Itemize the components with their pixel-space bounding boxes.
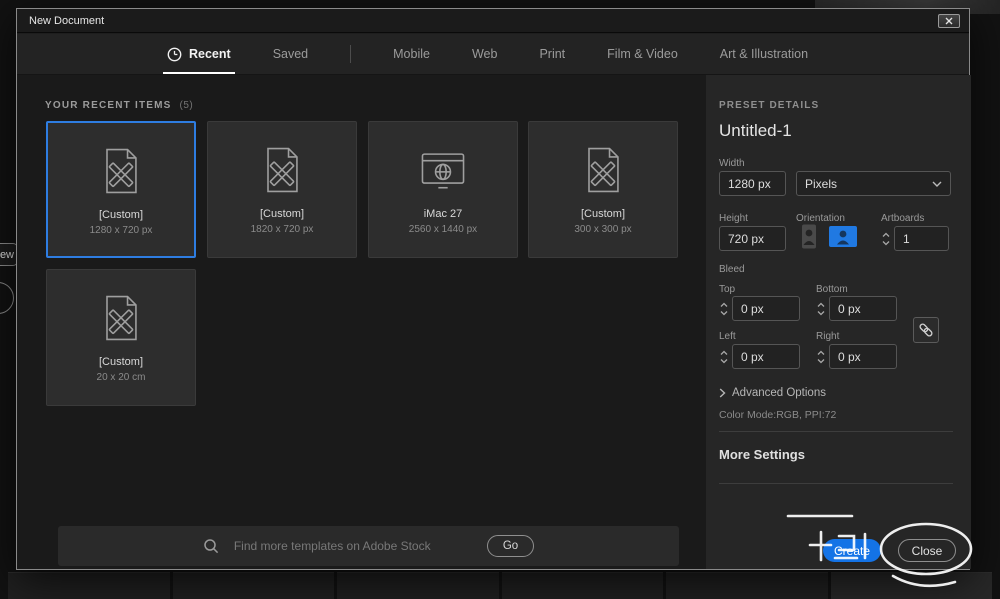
artboards-stepper[interactable] — [881, 226, 892, 251]
create-button[interactable]: Create — [823, 539, 881, 562]
title-bar: New Document — [17, 9, 969, 33]
preset-details-panel: PRESET DETAILS Untitled-1 Width 1280 px … — [706, 75, 971, 569]
bleed-top-input[interactable]: 0 px — [732, 296, 800, 321]
bleed-right-input[interactable]: 0 px — [829, 344, 897, 369]
bleed-left-group: 0 px — [719, 344, 800, 369]
tab-film-video[interactable]: Film & Video — [607, 34, 678, 74]
bleed-right-group: 0 px — [816, 344, 897, 369]
clock-icon — [167, 47, 182, 61]
background-window-rows — [8, 572, 992, 599]
document-pencil-icon — [47, 287, 195, 349]
document-name-field[interactable]: Untitled-1 — [719, 121, 792, 141]
document-pencil-icon — [208, 139, 356, 201]
bleed-label: Bleed — [719, 264, 745, 275]
height-label: Height — [719, 213, 748, 224]
screen: ew New Document Recent Saved Mobile Web … — [0, 0, 1000, 599]
bleed-left-stepper[interactable] — [719, 344, 730, 369]
tab-web[interactable]: Web — [472, 34, 497, 74]
browser-globe-icon — [369, 139, 517, 201]
template-card-custom-20x20cm[interactable]: [Custom] 20 x 20 cm — [46, 269, 196, 406]
new-document-dialog: New Document Recent Saved Mobile Web Pri… — [16, 8, 971, 570]
bleed-top-label: Top — [719, 284, 736, 295]
card-name: iMac 27 — [423, 208, 463, 220]
document-pencil-icon — [529, 139, 677, 201]
preset-details-heading: PRESET DETAILS — [719, 100, 820, 111]
window-close-button[interactable] — [938, 13, 960, 28]
card-dimensions: 2560 x 1440 px — [408, 224, 478, 235]
bleed-left-input[interactable]: 0 px — [732, 344, 800, 369]
unit-dropdown[interactable]: Pixels — [796, 171, 951, 196]
card-name: [Custom] — [98, 356, 143, 368]
background-circle-fragment — [0, 282, 14, 314]
orientation-landscape-icon[interactable] — [828, 223, 858, 250]
width-input[interactable]: 1280 px — [719, 171, 786, 196]
card-dimensions: 1280 x 720 px — [89, 225, 153, 236]
close-icon — [945, 17, 953, 24]
card-name: [Custom] — [98, 209, 143, 221]
template-card-custom-300x300[interactable]: [Custom] 300 x 300 px — [528, 121, 678, 258]
tab-saved[interactable]: Saved — [273, 34, 308, 74]
bleed-right-stepper[interactable] — [816, 344, 827, 369]
height-input[interactable]: 720 px — [719, 226, 786, 251]
bleed-bottom-label: Bottom — [816, 284, 848, 295]
card-dimensions: 20 x 20 cm — [96, 372, 146, 383]
tab-art-illustration[interactable]: Art & Illustration — [720, 34, 808, 74]
close-button[interactable]: Close — [898, 539, 956, 562]
recent-items-heading: YOUR RECENT ITEMS (5) — [45, 100, 194, 111]
template-card-custom-1280x720[interactable]: [Custom] 1280 x 720 px — [46, 121, 196, 258]
background-cell — [172, 572, 334, 599]
template-search-bar: Go — [58, 526, 679, 566]
window-title: New Document — [29, 14, 105, 27]
background-cell — [337, 572, 499, 599]
background-cell — [830, 572, 992, 599]
more-settings-label[interactable]: More Settings — [719, 447, 805, 462]
search-input[interactable] — [231, 538, 474, 554]
bleed-left-label: Left — [719, 331, 736, 342]
chevron-down-icon — [932, 181, 942, 187]
bleed-link-button[interactable] — [913, 317, 939, 343]
background-cell — [666, 572, 828, 599]
tab-print[interactable]: Print — [539, 34, 565, 74]
tab-divider — [350, 45, 352, 63]
search-icon — [204, 539, 218, 554]
width-label: Width — [719, 158, 745, 169]
card-name: [Custom] — [580, 208, 625, 220]
card-name: [Custom] — [259, 208, 304, 220]
dialog-content: YOUR RECENT ITEMS (5) [Custom] 1280 x 72… — [17, 75, 971, 569]
card-dimensions: 1820 x 720 px — [250, 224, 314, 235]
card-dimensions: 300 x 300 px — [574, 224, 632, 235]
background-cell — [8, 572, 170, 599]
go-button[interactable]: Go — [486, 535, 535, 557]
divider — [719, 431, 953, 432]
bleed-bottom-stepper[interactable] — [816, 296, 827, 321]
chevron-right-icon — [719, 388, 726, 398]
orientation-portrait-icon[interactable] — [799, 223, 819, 250]
template-card-custom-1820x720[interactable]: [Custom] 1820 x 720 px — [207, 121, 357, 258]
template-card-imac27[interactable]: iMac 27 2560 x 1440 px — [368, 121, 518, 258]
background-cell — [501, 572, 663, 599]
bleed-top-stepper[interactable] — [719, 296, 730, 321]
document-pencil-icon — [48, 140, 194, 202]
artboards-stepper-group: 1 — [881, 226, 949, 251]
artboards-label: Artboards — [881, 213, 925, 224]
tab-mobile[interactable]: Mobile — [393, 34, 430, 74]
link-icon — [919, 323, 933, 337]
artboards-input[interactable]: 1 — [894, 226, 949, 251]
color-mode-info: Color Mode:RGB, PPI:72 — [719, 409, 837, 421]
recent-items-area: YOUR RECENT ITEMS (5) [Custom] 1280 x 72… — [17, 75, 706, 569]
bleed-top-group: 0 px — [719, 296, 800, 321]
tab-recent[interactable]: Recent — [163, 34, 235, 74]
tab-bar: Recent Saved Mobile Web Print Film & Vid… — [17, 34, 969, 75]
bleed-bottom-group: 0 px — [816, 296, 897, 321]
advanced-options-toggle[interactable]: Advanced Options — [719, 387, 826, 399]
bleed-right-label: Right — [816, 331, 840, 342]
bleed-bottom-input[interactable]: 0 px — [829, 296, 897, 321]
divider — [719, 483, 953, 484]
